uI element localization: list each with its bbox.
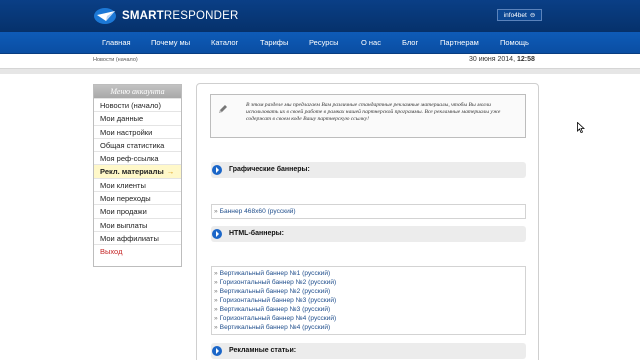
breadcrumb[interactable]: Новости (начало) [93, 57, 138, 63]
menu-item-my-data[interactable]: Мои данные [94, 111, 181, 124]
arrow-bullet-icon [212, 229, 222, 239]
user-account-box[interactable]: info4bet ⊖ [497, 9, 542, 21]
graphic-banner-list: » Баннер 468x60 (русский) [211, 204, 526, 219]
banner-link[interactable]: » Вертикальный баннер №4 (русский) [214, 323, 525, 332]
banner-link[interactable]: » Вертикальный баннер №1 (русский) [214, 269, 525, 278]
section-graphic-banners: Графические баннеры: [211, 162, 526, 178]
menu-item-news[interactable]: Новости (начало) [94, 98, 181, 111]
current-date: 30 июня 2014, [469, 56, 516, 63]
mouse-cursor-icon [577, 122, 585, 133]
section-title: Рекламные статьи: [229, 347, 297, 354]
nav-partners[interactable]: Партнерам [440, 38, 479, 47]
menu-item-settings[interactable]: Мои настройки [94, 124, 181, 138]
menu-item-ad-materials[interactable]: Рекл. материалы → [94, 164, 181, 178]
nav-home[interactable]: Главная [102, 38, 131, 47]
info-text: В этом разделе мы предлагаем Вам различн… [246, 102, 501, 123]
current-datetime: 30 июня 2014, 12:58 [469, 56, 535, 63]
nav-why-us[interactable]: Почему мы [151, 38, 190, 47]
account-menu: Меню аккаунта Новости (начало) Мои данны… [93, 84, 182, 267]
nav-resources[interactable]: Ресурсы [309, 38, 339, 47]
nav-pricing[interactable]: Тарифы [260, 38, 288, 47]
section-title: Графические баннеры: [229, 166, 310, 173]
nav-about[interactable]: О нас [361, 38, 381, 47]
site-logo[interactable]: SMARTRESPONDER [92, 6, 239, 26]
menu-item-sales[interactable]: Мои продажи [94, 204, 181, 217]
site-header: SMARTRESPONDER info4bet ⊖ [0, 0, 640, 32]
main-navigation: Главная Почему мы Каталог Тарифы Ресурсы… [0, 32, 640, 54]
nav-blog[interactable]: Блог [402, 38, 418, 47]
divider [0, 68, 640, 74]
menu-item-clicks[interactable]: Мои переходы [94, 191, 181, 204]
banner-link[interactable]: » Горизонтальный баннер №3 (русский) [214, 296, 525, 305]
menu-item-payouts[interactable]: Мои выплаты [94, 217, 181, 231]
menu-item-logout[interactable]: Выход [94, 244, 181, 257]
section-ad-articles: Рекламные статьи: [211, 343, 526, 359]
logo-text: SMARTRESPONDER [122, 10, 239, 22]
arrow-right-icon: → [166, 167, 175, 177]
nav-catalog[interactable]: Каталог [211, 38, 238, 47]
menu-item-affiliates[interactable]: Мои аффилиаты [94, 230, 181, 244]
section-title: HTML-баннеры: [229, 230, 284, 237]
logo-icon [92, 6, 120, 26]
menu-item-clients[interactable]: Мои клиенты [94, 177, 181, 191]
banner-link[interactable]: » Вертикальный баннер №3 (русский) [214, 305, 525, 314]
logout-icon[interactable]: ⊖ [530, 11, 535, 19]
arrow-bullet-icon [212, 165, 222, 175]
account-menu-title: Меню аккаунта [94, 85, 181, 98]
current-time: 12:58 [516, 56, 535, 63]
pencil-icon [219, 105, 227, 113]
banner-link[interactable]: » Баннер 468x60 (русский) [214, 207, 525, 216]
arrow-bullet-icon [212, 346, 222, 356]
banner-link[interactable]: » Горизонтальный баннер №4 (русский) [214, 314, 525, 323]
section-html-banners: HTML-баннеры: [211, 226, 526, 242]
username[interactable]: info4bet [504, 12, 527, 19]
html-banner-list: » Вертикальный баннер №1 (русский) » Гориз… [211, 266, 526, 335]
banner-link[interactable]: » Горизонтальный баннер №2 (русский) [214, 278, 525, 287]
banner-link[interactable]: » Вертикальный баннер №2 (русский) [214, 287, 525, 296]
menu-item-statistics[interactable]: Общая статистика [94, 137, 181, 151]
info-notice: В этом разделе мы предлагаем Вам различн… [210, 94, 526, 138]
nav-help[interactable]: Помощь [500, 38, 529, 47]
menu-item-ref-link[interactable]: Моя реф-ссылка [94, 151, 181, 164]
